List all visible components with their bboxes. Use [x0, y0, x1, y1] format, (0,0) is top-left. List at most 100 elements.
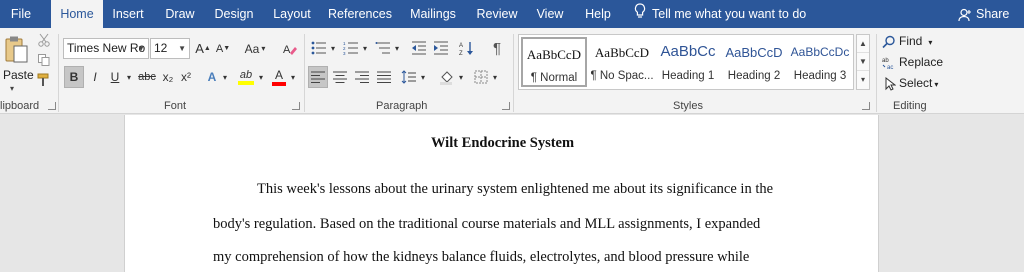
replace-label: Replace	[899, 55, 944, 69]
align-left-icon[interactable]	[308, 66, 328, 88]
line-spacing-icon[interactable]	[400, 66, 418, 88]
bullets-dropdown-icon[interactable]: ▾	[328, 38, 338, 58]
align-center-icon[interactable]	[330, 66, 350, 88]
style-preview: AaBbCcD	[526, 47, 582, 62]
more-styles-icon[interactable]: ▾	[857, 71, 869, 89]
tab-file[interactable]: File	[0, 0, 42, 28]
cursor-icon	[882, 76, 899, 91]
justify-icon[interactable]	[374, 66, 394, 88]
shading-dropdown-icon[interactable]: ▾	[456, 66, 466, 88]
grow-font-button[interactable]: A ▲	[194, 38, 212, 59]
styles-gallery-scroll[interactable]: ▲ ▼ ▾	[856, 34, 870, 90]
highlight-dropdown-icon[interactable]: ▾	[256, 66, 266, 88]
tab-insert[interactable]: Insert	[107, 0, 149, 28]
scroll-up-icon[interactable]: ▲	[857, 35, 869, 53]
paste-button[interactable]: Paste	[3, 68, 34, 82]
tab-home[interactable]: Home	[51, 0, 103, 28]
numbering-dropdown-icon[interactable]: ▾	[360, 38, 370, 58]
bullets-icon[interactable]	[310, 38, 328, 58]
tab-draw[interactable]: Draw	[159, 0, 201, 28]
select-dropdown-icon[interactable]: ▾	[934, 80, 938, 89]
italic-button[interactable]: I	[86, 66, 104, 88]
style-heading-2[interactable]: AaBbCcD Heading 2	[721, 37, 787, 87]
decrease-indent-icon[interactable]	[410, 38, 428, 58]
tab-layout[interactable]: Layout	[268, 0, 316, 28]
find-dropdown-icon[interactable]: ▾	[928, 38, 932, 47]
multilevel-list-icon[interactable]	[374, 38, 392, 58]
numbering-icon[interactable]: 123	[342, 38, 360, 58]
paragraph-line: body's regulation. Based on the traditio…	[213, 216, 761, 232]
paragraph-group-label: Paragraph	[376, 100, 428, 112]
tell-me-search[interactable]: Tell me what you want to do	[634, 0, 806, 28]
clipboard-launcher-icon[interactable]	[48, 102, 56, 110]
tab-references[interactable]: References	[324, 0, 396, 28]
style-preview: AaBbCcDc	[790, 45, 850, 59]
text-effects-dropdown-icon[interactable]: ▾	[220, 66, 230, 88]
style-no-spacing[interactable]: AaBbCcD ¶ No Spac...	[589, 37, 655, 87]
tab-design[interactable]: Design	[208, 0, 260, 28]
scroll-down-icon[interactable]: ▼	[857, 53, 869, 71]
find-button[interactable]: Find ▾	[882, 34, 932, 49]
font-launcher-icon[interactable]	[292, 102, 300, 110]
superscript-button[interactable]: x²	[178, 66, 194, 88]
text-effects-button[interactable]: A	[204, 66, 220, 88]
line-spacing-dropdown-icon[interactable]: ▾	[418, 66, 428, 88]
ribbon-tab-bar: File Home Insert Draw Design Layout Refe…	[0, 0, 1024, 28]
select-label: Select	[899, 76, 933, 90]
font-size-combo[interactable]: 12 ▼	[150, 38, 190, 59]
underline-button[interactable]: U	[106, 66, 124, 88]
replace-button[interactable]: ab ac Replace	[882, 55, 944, 71]
svg-text:ac: ac	[887, 65, 893, 70]
font-color-button[interactable]: A	[270, 66, 288, 88]
tab-review[interactable]: Review	[472, 0, 522, 28]
change-case-icon: Aa	[244, 41, 260, 56]
paragraph-launcher-icon[interactable]	[502, 102, 510, 110]
style-name: ¶ No Spac...	[590, 70, 654, 82]
clear-formatting-icon[interactable]: A	[280, 38, 300, 59]
strikethrough-button[interactable]: abc	[136, 66, 158, 88]
style-heading-3[interactable]: AaBbCcDc Heading 3	[787, 37, 853, 87]
highlight-button[interactable]: ab	[236, 66, 256, 88]
paste-icon[interactable]	[2, 34, 30, 66]
show-formatting-button[interactable]: ¶	[488, 38, 506, 58]
svg-text:A: A	[459, 43, 463, 49]
shrink-font-button[interactable]: A ▼	[214, 38, 232, 59]
borders-dropdown-icon[interactable]: ▾	[490, 66, 500, 88]
bold-button[interactable]: B	[64, 66, 84, 88]
sort-icon[interactable]: AZ	[458, 38, 476, 58]
tab-help[interactable]: Help	[580, 0, 616, 28]
find-label: Find	[899, 34, 923, 48]
tab-view[interactable]: View	[531, 0, 569, 28]
shading-icon[interactable]	[438, 66, 456, 88]
increase-indent-icon[interactable]	[432, 38, 450, 58]
styles-group-label: Styles	[673, 100, 703, 112]
font-color-swatch	[272, 82, 286, 86]
style-normal[interactable]: AaBbCcD ¶ Normal	[521, 37, 587, 87]
multilevel-dropdown-icon[interactable]: ▾	[392, 38, 402, 58]
align-right-icon[interactable]	[352, 66, 372, 88]
underline-dropdown-icon[interactable]: ▾	[124, 66, 134, 88]
borders-icon[interactable]	[472, 66, 490, 88]
style-heading-1[interactable]: AaBbCc Heading 1	[655, 37, 721, 87]
format-painter-icon[interactable]	[36, 72, 52, 88]
font-group-label: Font	[164, 100, 187, 112]
select-button[interactable]: Select ▾	[882, 76, 938, 91]
paste-dropdown-icon[interactable]: ▾	[10, 84, 14, 93]
font-name-combo[interactable]: Times New Ro ▼	[63, 38, 149, 59]
styles-launcher-icon[interactable]	[862, 102, 870, 110]
style-name: Heading 3	[793, 70, 847, 82]
subscript-button[interactable]: x₂	[160, 66, 176, 88]
person-icon	[958, 7, 976, 21]
cut-icon[interactable]	[36, 32, 52, 48]
document-page[interactable]: Wilt Endocrine System This week's lesson…	[124, 115, 879, 272]
group-divider	[304, 34, 305, 112]
highlight-color-swatch	[238, 81, 254, 85]
font-color-dropdown-icon[interactable]: ▾	[288, 66, 298, 88]
font-color-icon: A	[274, 68, 283, 82]
tab-mailings[interactable]: Mailings	[404, 0, 462, 28]
share-button[interactable]: Share	[958, 0, 1009, 28]
copy-icon[interactable]	[36, 52, 52, 68]
change-case-button[interactable]: Aa ▾	[240, 38, 270, 59]
group-divider	[58, 34, 59, 112]
tell-me-label: Tell me what you want to do	[652, 7, 807, 21]
